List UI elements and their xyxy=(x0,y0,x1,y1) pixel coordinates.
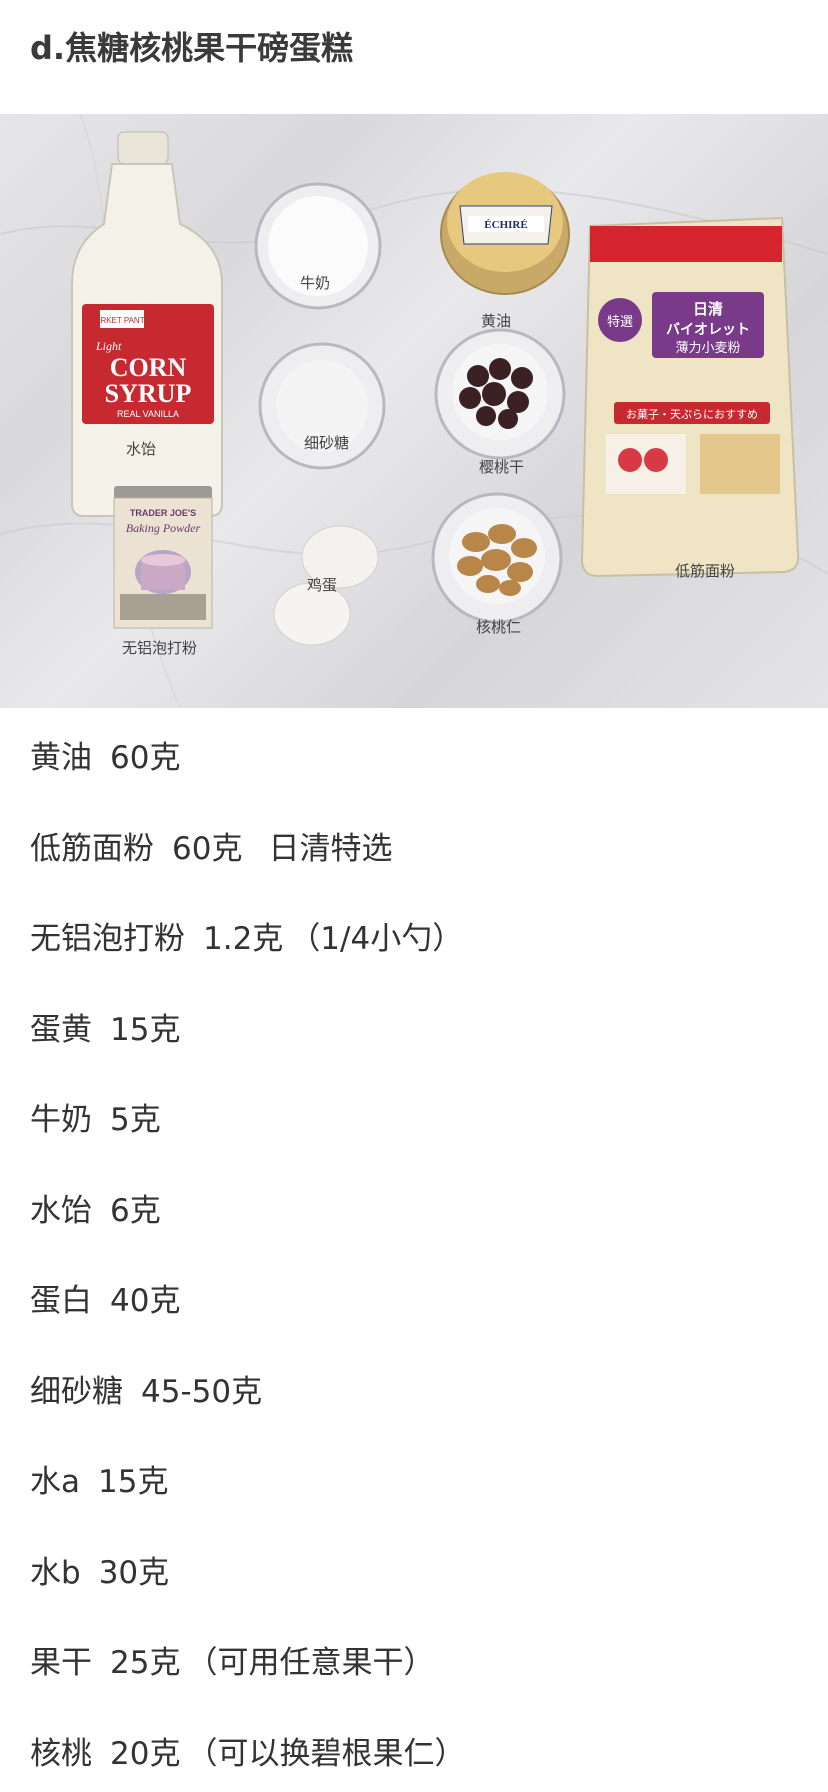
ingredient-amount: 15克 xyxy=(110,1011,181,1048)
ingredient-name: 果干 xyxy=(30,1645,92,1681)
ingredient-name: 黄油 xyxy=(30,740,92,776)
ingredient-note: （1/4小勺） xyxy=(289,921,464,957)
ingredient-amount: 15克 xyxy=(98,1464,169,1500)
ingredient-list: 黄油 60克 低筋面粉 60克 日清特选 无铝泡打粉 1.2克 （1/4小勺） … xyxy=(30,732,810,1792)
flour-type-text: 薄力小麦粉 xyxy=(675,341,740,356)
ingredient-amount: 5克 xyxy=(110,1102,161,1138)
ingredient-note: （可用任意果干） xyxy=(186,1645,435,1681)
ingredient-item: 水饴 6克 xyxy=(30,1185,810,1276)
ingredient-item: 核桃 20克 （可以换碧根果仁） xyxy=(30,1728,810,1792)
ingredient-name: 蛋白 xyxy=(30,1283,92,1319)
ingredient-name: 水饴 xyxy=(30,1192,92,1229)
corn-line1-text: CORN xyxy=(110,353,187,382)
ingredient-item: 水b 30克 xyxy=(30,1547,810,1638)
label-cherries: 樱桃干 xyxy=(479,458,525,476)
ingredient-item: 无铝泡打粉 1.2克 （1/4小勺） xyxy=(30,913,810,1004)
label-corn-syrup: 水饴 xyxy=(126,440,157,458)
ingredient-amount: 40克 xyxy=(110,1283,181,1319)
baking-powder-can: TRADER JOE'S Baking Powder xyxy=(113,486,213,629)
label-eggs: 鸡蛋 xyxy=(307,576,338,594)
ingredient-amount: 60克 xyxy=(172,830,243,867)
label-milk: 牛奶 xyxy=(300,274,331,292)
label-sugar: 细砂糖 xyxy=(304,434,350,452)
ingredient-item: 水a 15克 xyxy=(30,1456,810,1547)
butter-brand-text: ÉCHIRÉ xyxy=(484,219,527,231)
ingredient-name: 核桃 xyxy=(30,1735,92,1772)
bp-brand-text: TRADER JOE'S xyxy=(130,508,196,518)
ingredient-name: 牛奶 xyxy=(30,1102,92,1138)
ingredient-amount: 45-50克 xyxy=(141,1373,263,1410)
ingredient-item: 黄油 60克 xyxy=(30,732,810,823)
ingredient-amount: 6克 xyxy=(110,1192,161,1229)
flour-brand-text: 日清 xyxy=(693,300,723,318)
ingredient-item: 低筋面粉 60克 日清特选 xyxy=(30,823,810,914)
ingredient-name: 低筋面粉 xyxy=(30,830,154,867)
label-flour: 低筋面粉 xyxy=(675,562,736,580)
ingredient-note: （可以换碧根果仁） xyxy=(186,1735,466,1772)
flour-kana-text: バイオレット xyxy=(666,322,750,338)
bp-name-text: Baking Powder xyxy=(126,521,201,535)
cherries-bowl xyxy=(434,328,566,460)
ingredient-amount: 1.2克 xyxy=(203,921,284,957)
label-baking-powder: 无铝泡打粉 xyxy=(122,639,198,657)
corn-brand-text: MARKET PANTRY xyxy=(88,316,156,325)
ingredient-item: 牛奶 5克 xyxy=(30,1094,810,1185)
page-title: d.焦糖核桃果干磅蛋糕 xyxy=(30,29,354,67)
ingredient-note: 日清特选 xyxy=(268,830,393,867)
walnuts-bowl xyxy=(431,492,563,624)
corn-line3-text: REAL VANILLA xyxy=(117,409,179,419)
corn-script-text: Light xyxy=(95,339,122,353)
label-butter: 黄油 xyxy=(481,312,512,330)
ingredients-photo-art: MARKET PANTRY Light CORN SYRUP REAL VANI… xyxy=(0,114,828,708)
ingredient-name: 蛋黄 xyxy=(30,1011,92,1048)
ingredient-amount: 60克 xyxy=(110,740,181,776)
ingredient-item: 细砂糖 45-50克 xyxy=(30,1366,810,1457)
ingredient-item: 蛋黄 15克 xyxy=(30,1004,810,1095)
ingredient-name: 无铝泡打粉 xyxy=(30,921,185,957)
ingredients-photo: MARKET PANTRY Light CORN SYRUP REAL VANI… xyxy=(0,114,828,708)
ingredient-name: 细砂糖 xyxy=(30,1373,123,1410)
flour-bag: 日清 バイオレット 薄力小麦粉 特選 お菓子・天ぷらにおすすめ xyxy=(580,216,800,578)
corn-line2-text: SYRUP xyxy=(105,379,192,408)
butter-tub: ÉCHIRÉ xyxy=(440,172,570,295)
ingredient-name: 水b xyxy=(30,1554,81,1591)
ingredient-amount: 30克 xyxy=(98,1554,170,1591)
ingredient-amount: 20克 xyxy=(110,1735,181,1772)
label-walnuts: 核桃仁 xyxy=(476,618,522,636)
ingredient-amount: 25克 xyxy=(110,1645,181,1681)
flour-sub-text: お菓子・天ぷらにおすすめ xyxy=(626,408,758,421)
ingredient-item: 果干 25克 （可用任意果干） xyxy=(30,1637,810,1728)
flour-tag-text: 特選 xyxy=(607,315,633,330)
ingredient-item: 蛋白 40克 xyxy=(30,1275,810,1366)
ingredient-name: 水a xyxy=(30,1464,80,1500)
